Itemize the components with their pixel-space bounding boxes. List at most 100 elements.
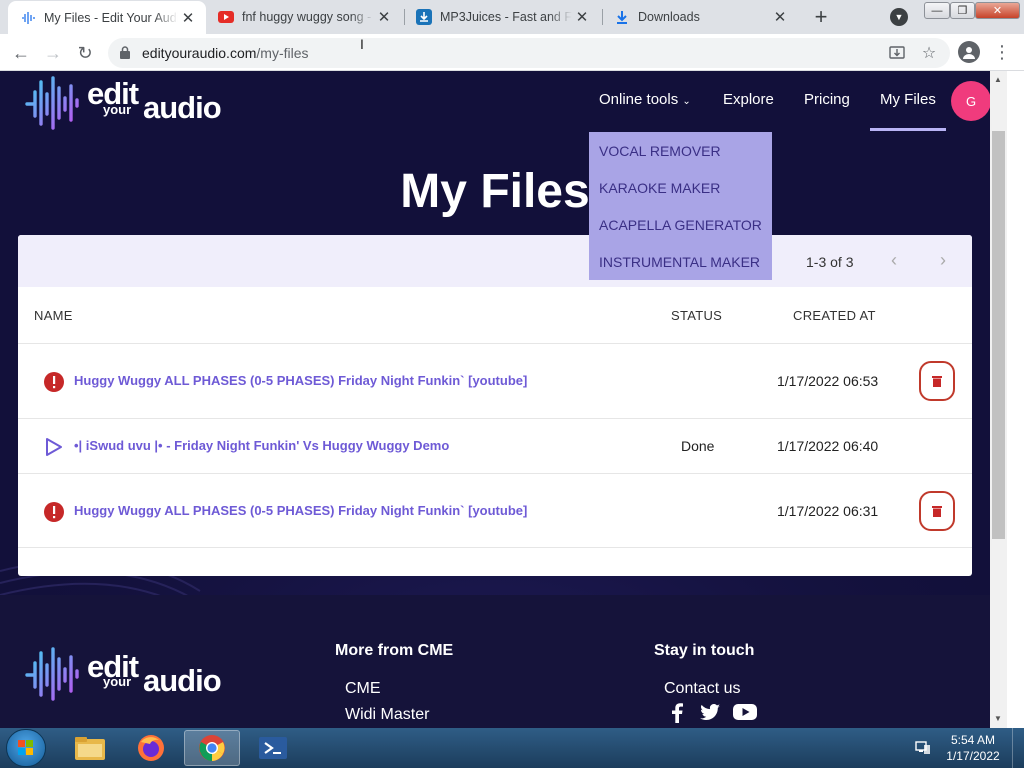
scroll-down-icon[interactable]: ▼ — [994, 714, 1002, 723]
twitter-icon[interactable] — [699, 701, 721, 723]
column-header-status[interactable]: STATUS — [671, 308, 722, 323]
chrome-taskbar-button[interactable] — [184, 730, 240, 766]
profile-icon[interactable] — [958, 41, 980, 63]
firefox-taskbar-button[interactable] — [123, 730, 179, 766]
file-name-link[interactable]: Huggy Wuggy ALL PHASES (0-5 PHASES) Frid… — [74, 503, 527, 518]
windows-start-button[interactable] — [6, 729, 46, 767]
tab-my-files[interactable]: My Files - Edit Your Audio ✕ — [8, 1, 206, 35]
next-page-icon[interactable]: › — [940, 250, 946, 271]
youtube-icon[interactable] — [733, 701, 757, 723]
footer-link-contact[interactable]: Contact us — [664, 680, 740, 698]
tab-search-icon[interactable]: ▼ — [890, 8, 908, 26]
system-clock[interactable]: 5:54 AM 1/17/2022 — [940, 732, 1006, 764]
browser-tab-strip: My Files - Edit Your Audio ✕ fnf huggy w… — [0, 0, 1024, 35]
download-site-icon — [416, 9, 432, 25]
nav-explore[interactable]: Explore — [723, 91, 774, 108]
close-window-button[interactable]: ✕ — [975, 2, 1020, 19]
footer-heading-stay-in-touch: Stay in touch — [654, 642, 755, 659]
file-explorer-icon — [75, 737, 105, 760]
site-footer: edit your audio More from CME CME Widi M… — [0, 595, 990, 728]
nav-my-files[interactable]: My Files — [880, 91, 936, 108]
play-icon[interactable] — [44, 437, 64, 457]
network-tray-icon[interactable] — [915, 739, 931, 755]
tab-youtube[interactable]: fnf huggy wuggy song - YouTube ✕ — [206, 0, 402, 34]
menu-item-instrumental-maker[interactable]: INSTRUMENTAL MAKER — [599, 254, 760, 270]
close-tab-icon[interactable]: ✕ — [374, 7, 394, 27]
waveform-logo-icon — [25, 76, 79, 130]
file-name-link[interactable]: Huggy Wuggy ALL PHASES (0-5 PHASES) Frid… — [74, 373, 527, 388]
bookmark-star-icon[interactable]: ☆ — [920, 44, 938, 62]
error-icon — [44, 372, 64, 392]
youtube-icon — [218, 9, 234, 25]
footer-heading-more: More from CME — [335, 642, 454, 659]
footer-logo[interactable]: edit your audio — [25, 645, 240, 703]
windows-taskbar: 5:54 AM 1/17/2022 — [0, 728, 1024, 768]
delete-button[interactable] — [919, 491, 955, 531]
site-logo[interactable]: edit your audio — [25, 74, 240, 132]
window-edge — [1007, 71, 1024, 728]
footer-link-widi-master[interactable]: Widi Master — [345, 706, 429, 724]
error-icon — [44, 502, 64, 522]
logo-word-your: your — [103, 102, 132, 117]
new-tab-button[interactable]: + — [809, 5, 833, 29]
menu-item-acapella-generator[interactable]: ACAPELLA GENERATOR — [599, 217, 762, 233]
table-row[interactable]: Huggy Wuggy ALL PHASES (0-5 PHASES) Frid… — [18, 343, 972, 418]
edityouraudio-favicon — [20, 10, 36, 26]
text-cursor-icon: I — [360, 36, 364, 52]
column-header-created[interactable]: CREATED AT — [793, 308, 876, 323]
column-header-name[interactable]: NAME — [34, 308, 73, 323]
reload-icon[interactable]: ↻ — [73, 41, 97, 65]
facebook-icon[interactable] — [666, 701, 688, 723]
page-scrollbar[interactable]: ▲ ▼ — [990, 71, 1007, 728]
close-tab-icon[interactable]: ✕ — [178, 8, 198, 28]
restore-window-button[interactable]: ❐ — [950, 2, 975, 19]
tab-title: MP3Juices - Fast and Free — [440, 10, 572, 24]
nav-online-tools[interactable]: Online tools ⌄ — [599, 91, 691, 108]
browser-toolbar: ← → ↻ edityouraudio.com/my-files ☆ ⋮ — [0, 34, 1024, 71]
windows-logo-icon — [18, 740, 33, 755]
file-status: Done — [681, 438, 715, 454]
footer-link-cme[interactable]: CME — [345, 680, 381, 698]
table-row[interactable]: •| iSwud uvu |• - Friday Night Funkin' V… — [18, 418, 972, 473]
online-tools-dropdown: VOCAL REMOVER KARAOKE MAKER ACAPELLA GEN… — [589, 132, 772, 280]
powershell-icon — [259, 737, 287, 759]
previous-page-icon[interactable]: ‹ — [891, 250, 897, 271]
trash-icon — [932, 506, 942, 517]
delete-button[interactable] — [919, 361, 955, 401]
back-arrow-icon[interactable]: ← — [9, 41, 33, 65]
tab-mp3juices[interactable]: MP3Juices - Fast and Free ✕ — [404, 0, 600, 34]
files-card: 1-3 of 3 ‹ › NAME STATUS CREATED AT Hugg… — [18, 235, 972, 576]
lock-icon[interactable] — [120, 46, 130, 59]
file-name-link[interactable]: •| iSwud uvu |• - Friday Night Funkin' V… — [74, 438, 449, 453]
files-card-header: 1-3 of 3 ‹ › — [18, 235, 972, 287]
forward-arrow-icon[interactable]: → — [41, 41, 65, 65]
clock-date: 1/17/2022 — [946, 749, 1000, 763]
file-explorer-taskbar-button[interactable] — [62, 730, 118, 766]
minimize-window-button[interactable]: — — [924, 2, 950, 19]
trash-icon — [932, 376, 942, 387]
powershell-taskbar-button[interactable] — [245, 730, 301, 766]
user-avatar[interactable]: G — [951, 81, 990, 121]
menu-item-karaoke-maker[interactable]: KARAOKE MAKER — [599, 180, 720, 196]
tab-title: fnf huggy wuggy song - YouTube — [242, 10, 374, 24]
show-desktop-button[interactable] — [1012, 728, 1024, 768]
address-bar[interactable]: edityouraudio.com/my-files ☆ — [108, 38, 950, 68]
firefox-icon — [138, 735, 164, 761]
page-viewport: edit your audio Online tools ⌄ Explore P… — [0, 71, 990, 728]
scroll-up-icon[interactable]: ▲ — [994, 75, 1002, 84]
browser-menu-icon[interactable]: ⋮ — [993, 40, 1011, 64]
active-nav-indicator — [870, 128, 946, 131]
nav-pricing[interactable]: Pricing — [804, 91, 850, 108]
scrollbar-thumb[interactable] — [992, 131, 1005, 539]
table-row[interactable]: Huggy Wuggy ALL PHASES (0-5 PHASES) Frid… — [18, 473, 972, 548]
chrome-icon — [199, 735, 225, 761]
waveform-logo-icon — [25, 647, 79, 701]
url-text[interactable]: edityouraudio.com/my-files — [142, 45, 309, 61]
install-app-icon[interactable] — [888, 44, 906, 62]
menu-item-vocal-remover[interactable]: VOCAL REMOVER — [599, 143, 721, 159]
close-tab-icon[interactable]: ✕ — [770, 7, 790, 27]
file-created-at: 1/17/2022 06:40 — [777, 438, 879, 454]
pagination-label: 1-3 of 3 — [806, 254, 854, 270]
close-tab-icon[interactable]: ✕ — [572, 7, 592, 27]
tab-downloads[interactable]: Downloads ✕ — [602, 0, 798, 34]
